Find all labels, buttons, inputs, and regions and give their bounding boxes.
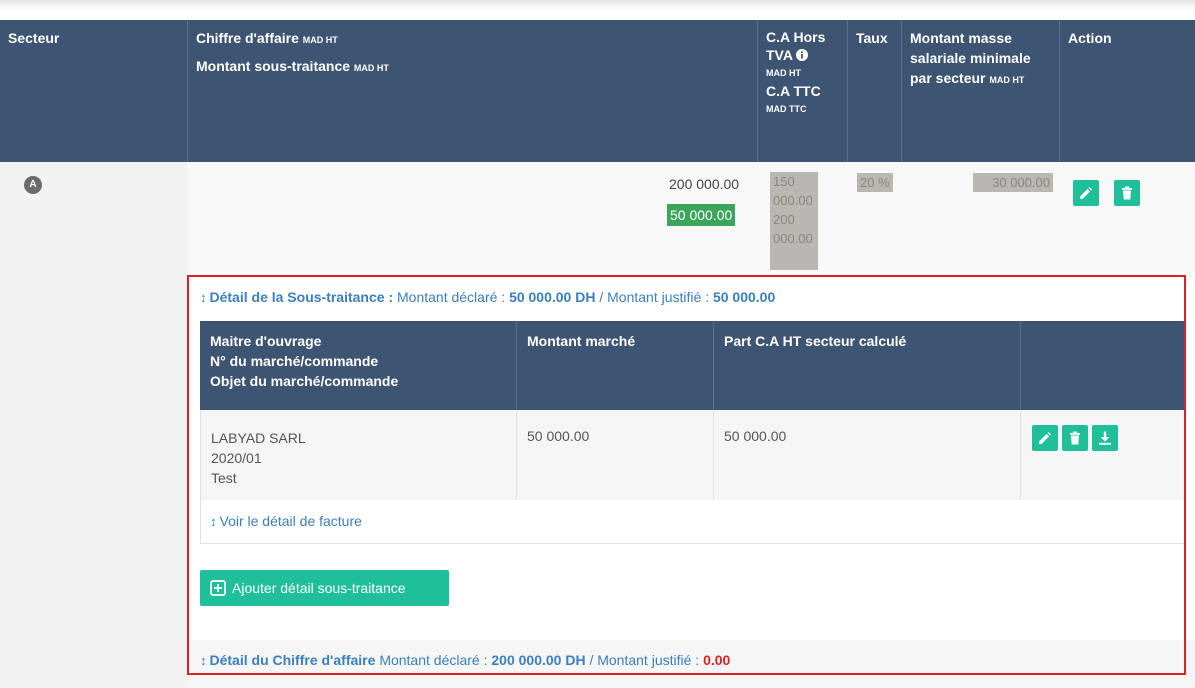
- header-sous-traitance-unit: MAD HT: [353, 63, 389, 73]
- top-shadow: [0, 0, 1195, 10]
- header-action-label: Action: [1068, 30, 1112, 46]
- header-secteur-label: Secteur: [8, 30, 60, 46]
- ca-ttc-value-1: 200: [773, 212, 795, 227]
- header-taux: Taux: [848, 20, 902, 162]
- header-masse-unit: MAD HT: [989, 75, 1025, 85]
- header-masse-line1: Montant masse: [910, 30, 1012, 46]
- header-masse-salariale: Montant masse salariale minimale par sec…: [902, 20, 1060, 162]
- header-ca-hors-label: C.A Hors: [766, 29, 826, 45]
- masse-chip: 30 000.00: [973, 173, 1053, 192]
- header-ttc-unit: MAD TTC: [766, 104, 807, 114]
- header-masse-line3: par secteur: [910, 70, 986, 86]
- delete-button[interactable]: [1114, 180, 1140, 206]
- ca-ht-value-1: 150: [773, 174, 795, 189]
- pencil-icon: [1080, 187, 1092, 199]
- highlight-box: [187, 275, 1186, 675]
- header-ttc-label: C.A TTC: [766, 83, 821, 99]
- trash-icon: [1122, 186, 1132, 200]
- taux-chip: 20 %: [857, 173, 893, 192]
- chiffre-affaire-value: 200 000.00: [669, 176, 740, 192]
- header-action: Action: [1060, 20, 1195, 162]
- ca-ttc-value-2: 000.00: [773, 231, 813, 246]
- secteur-column: [0, 162, 188, 688]
- header-ht-unit: MAD HT: [766, 68, 801, 78]
- header-ca-unit: MAD HT: [302, 35, 338, 45]
- header-ca-label: Chiffre d'affaire: [196, 30, 299, 46]
- info-circle-icon[interactable]: [796, 49, 809, 61]
- header-taux-label: Taux: [856, 30, 888, 46]
- ca-ht-ttc-chip: 150 000.00 200 000.00: [770, 172, 818, 270]
- ca-ht-value-2: 000.00: [773, 193, 813, 208]
- header-tva-label: TVA: [766, 47, 793, 63]
- secteur-badge: A: [24, 176, 42, 194]
- action-cell: [1060, 162, 1195, 272]
- header-masse-line2: salariale minimale: [910, 50, 1031, 66]
- edit-button[interactable]: [1073, 180, 1099, 206]
- header-chiffre-affaire: Chiffre d'affaire MAD HT Montant sous-tr…: [188, 20, 758, 162]
- header-ca-ht-ttc: C.A Hors TVA MAD HT C.A TTC MAD TTC: [758, 20, 848, 162]
- header-sous-traitance-label: Montant sous-traitance: [196, 58, 351, 74]
- sous-traitance-chip: 50 000.00: [667, 204, 736, 226]
- header-secteur: Secteur: [0, 20, 188, 162]
